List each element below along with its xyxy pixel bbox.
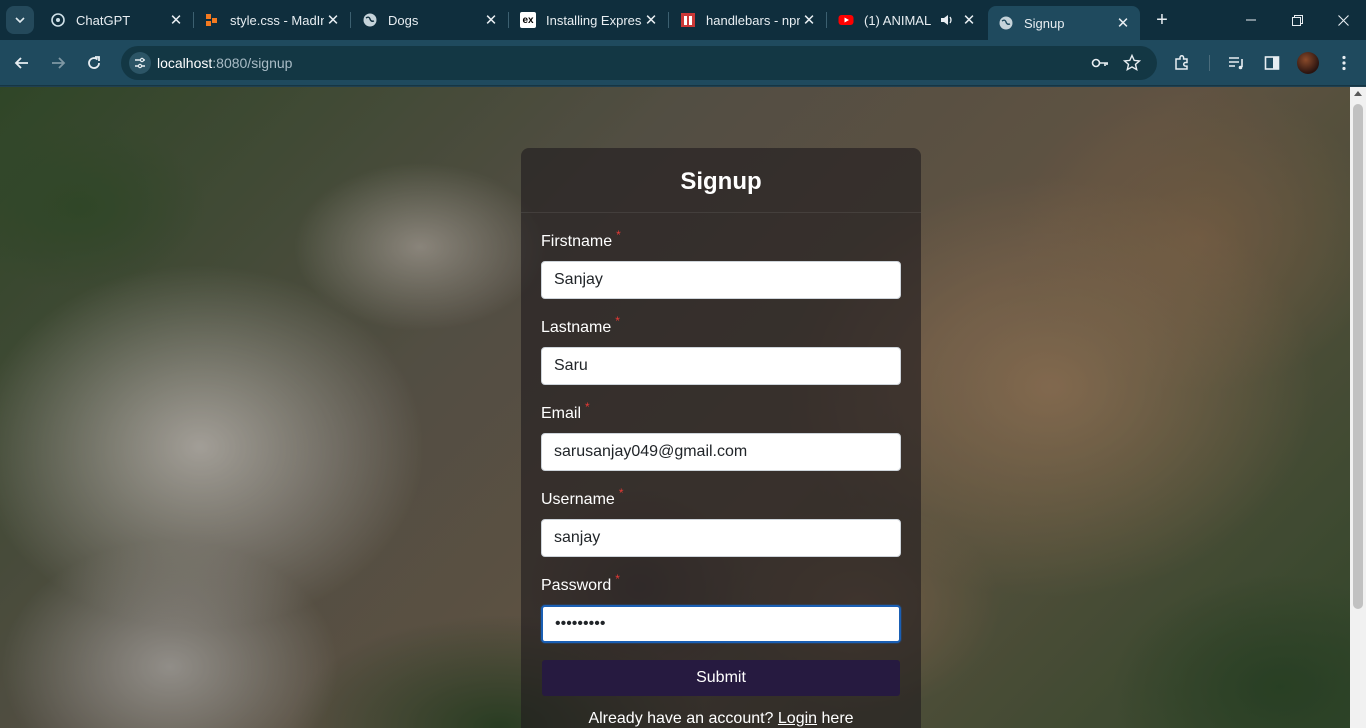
address-bar[interactable]: localhost:8080/signup [121, 46, 1157, 80]
back-button[interactable] [8, 49, 36, 77]
close-icon [1337, 14, 1349, 26]
site-info-icon[interactable] [129, 52, 151, 74]
minimize-icon [1246, 19, 1256, 21]
tab-handlebars-npm[interactable]: handlebars - npm ✕ [670, 0, 827, 40]
url-path: :8080/signup [212, 55, 293, 71]
tab-title: Installing Express [546, 12, 642, 28]
scroll-up-arrow-icon[interactable] [1354, 91, 1362, 96]
avatar-icon [1297, 52, 1319, 74]
tab-title: Signup [1024, 15, 1065, 31]
key-icon [1091, 58, 1108, 68]
lastname-field[interactable] [541, 347, 901, 385]
lastname-label: Lastname * [541, 314, 620, 336]
tab-signup[interactable]: Signup ✕ [988, 6, 1140, 40]
submit-button[interactable]: Submit [542, 660, 900, 696]
extensions-button[interactable] [1168, 49, 1196, 77]
minimize-button[interactable] [1228, 0, 1274, 40]
window-close-button[interactable] [1320, 0, 1366, 40]
express-icon: ex [520, 12, 536, 28]
tab-title: style.css - MadIn [230, 12, 324, 28]
close-icon[interactable]: ✕ [324, 11, 342, 29]
page-scrollbar[interactable] [1350, 87, 1366, 728]
url-text: localhost:8080/signup [157, 55, 292, 71]
username-field[interactable] [541, 519, 901, 557]
login-link[interactable]: Login [778, 710, 817, 727]
npm-icon [680, 12, 696, 28]
email-label: Email * [541, 400, 590, 422]
profile-avatar[interactable] [1294, 49, 1322, 77]
url-host: localhost [157, 55, 213, 71]
firstname-label: Firstname * [541, 228, 621, 250]
media-controls-button[interactable] [1222, 49, 1250, 77]
required-marker: * [616, 228, 621, 242]
restore-button[interactable] [1274, 0, 1320, 40]
arrow-left-icon [14, 57, 28, 69]
playlist-icon [1229, 57, 1243, 70]
close-icon[interactable]: ✕ [960, 11, 978, 29]
close-icon[interactable]: ✕ [167, 11, 185, 29]
login-prompt: Already have an account? Login here [588, 710, 854, 727]
madlab-icon [204, 12, 220, 28]
password-label: Password * [541, 572, 620, 594]
toolbar-separator [1209, 55, 1210, 71]
close-icon[interactable]: ✕ [642, 11, 660, 29]
required-marker: * [585, 400, 590, 414]
chevron-down-icon [15, 17, 25, 24]
close-icon[interactable]: ✕ [1114, 14, 1132, 32]
new-tab-button[interactable]: + [1150, 8, 1174, 32]
email-field[interactable] [541, 433, 901, 471]
page-background-image: Signup Firstname* Lastname* Email* Usern… [0, 87, 1350, 728]
tab-chatgpt[interactable]: ChatGPT ✕ [40, 0, 194, 40]
close-icon[interactable]: ✕ [482, 11, 500, 29]
tab-title: ChatGPT [76, 12, 131, 28]
required-marker: * [615, 572, 620, 586]
menu-button[interactable] [1330, 49, 1358, 77]
youtube-icon [838, 12, 854, 28]
required-marker: * [618, 486, 624, 500]
tab-dogs[interactable]: Dogs ✕ [352, 0, 509, 40]
side-panel-icon [1264, 56, 1280, 70]
tab-strip: ChatGPT ✕ style.css - MadIn ✕ Dogs ✕ ex … [0, 0, 1366, 40]
reload-icon [88, 56, 100, 69]
username-label: Username * [541, 486, 624, 508]
firstname-field[interactable] [541, 261, 901, 299]
star-icon [1123, 54, 1141, 72]
globe-icon [362, 12, 378, 28]
side-panel-button[interactable] [1258, 49, 1286, 77]
tab-search-button[interactable] [6, 6, 34, 34]
browser-toolbar: localhost:8080/signup [0, 40, 1366, 86]
page-title: Signup [680, 168, 762, 195]
tab-title: (1) ANIMAL [864, 12, 932, 28]
arrow-right-icon [52, 57, 66, 69]
bookmark-button[interactable] [1118, 49, 1146, 77]
tab-youtube-animal[interactable]: (1) ANIMAL ✕ [828, 0, 986, 40]
speaker-icon[interactable] [938, 11, 956, 29]
tab-title: Dogs [388, 12, 419, 28]
reload-button[interactable] [80, 49, 108, 77]
tab-title: handlebars - npm [706, 12, 800, 28]
tab-installing-express[interactable]: ex Installing Express ✕ [510, 0, 669, 40]
password-field[interactable] [541, 605, 901, 643]
tab-style-css[interactable]: style.css - MadIn ✕ [194, 0, 351, 40]
password-key-button[interactable] [1086, 49, 1114, 77]
signup-card: Signup Firstname* Lastname* Email* Usern… [521, 148, 921, 728]
required-marker: * [615, 314, 620, 328]
forward-button[interactable] [44, 49, 72, 77]
kebab-menu-icon [1342, 55, 1346, 71]
globe-icon [998, 15, 1014, 31]
chatgpt-icon [50, 12, 66, 28]
divider [521, 212, 921, 213]
close-icon[interactable]: ✕ [800, 11, 818, 29]
puzzle-icon [1175, 54, 1188, 70]
restore-icon [1291, 14, 1303, 26]
scrollbar-thumb[interactable] [1353, 104, 1363, 609]
